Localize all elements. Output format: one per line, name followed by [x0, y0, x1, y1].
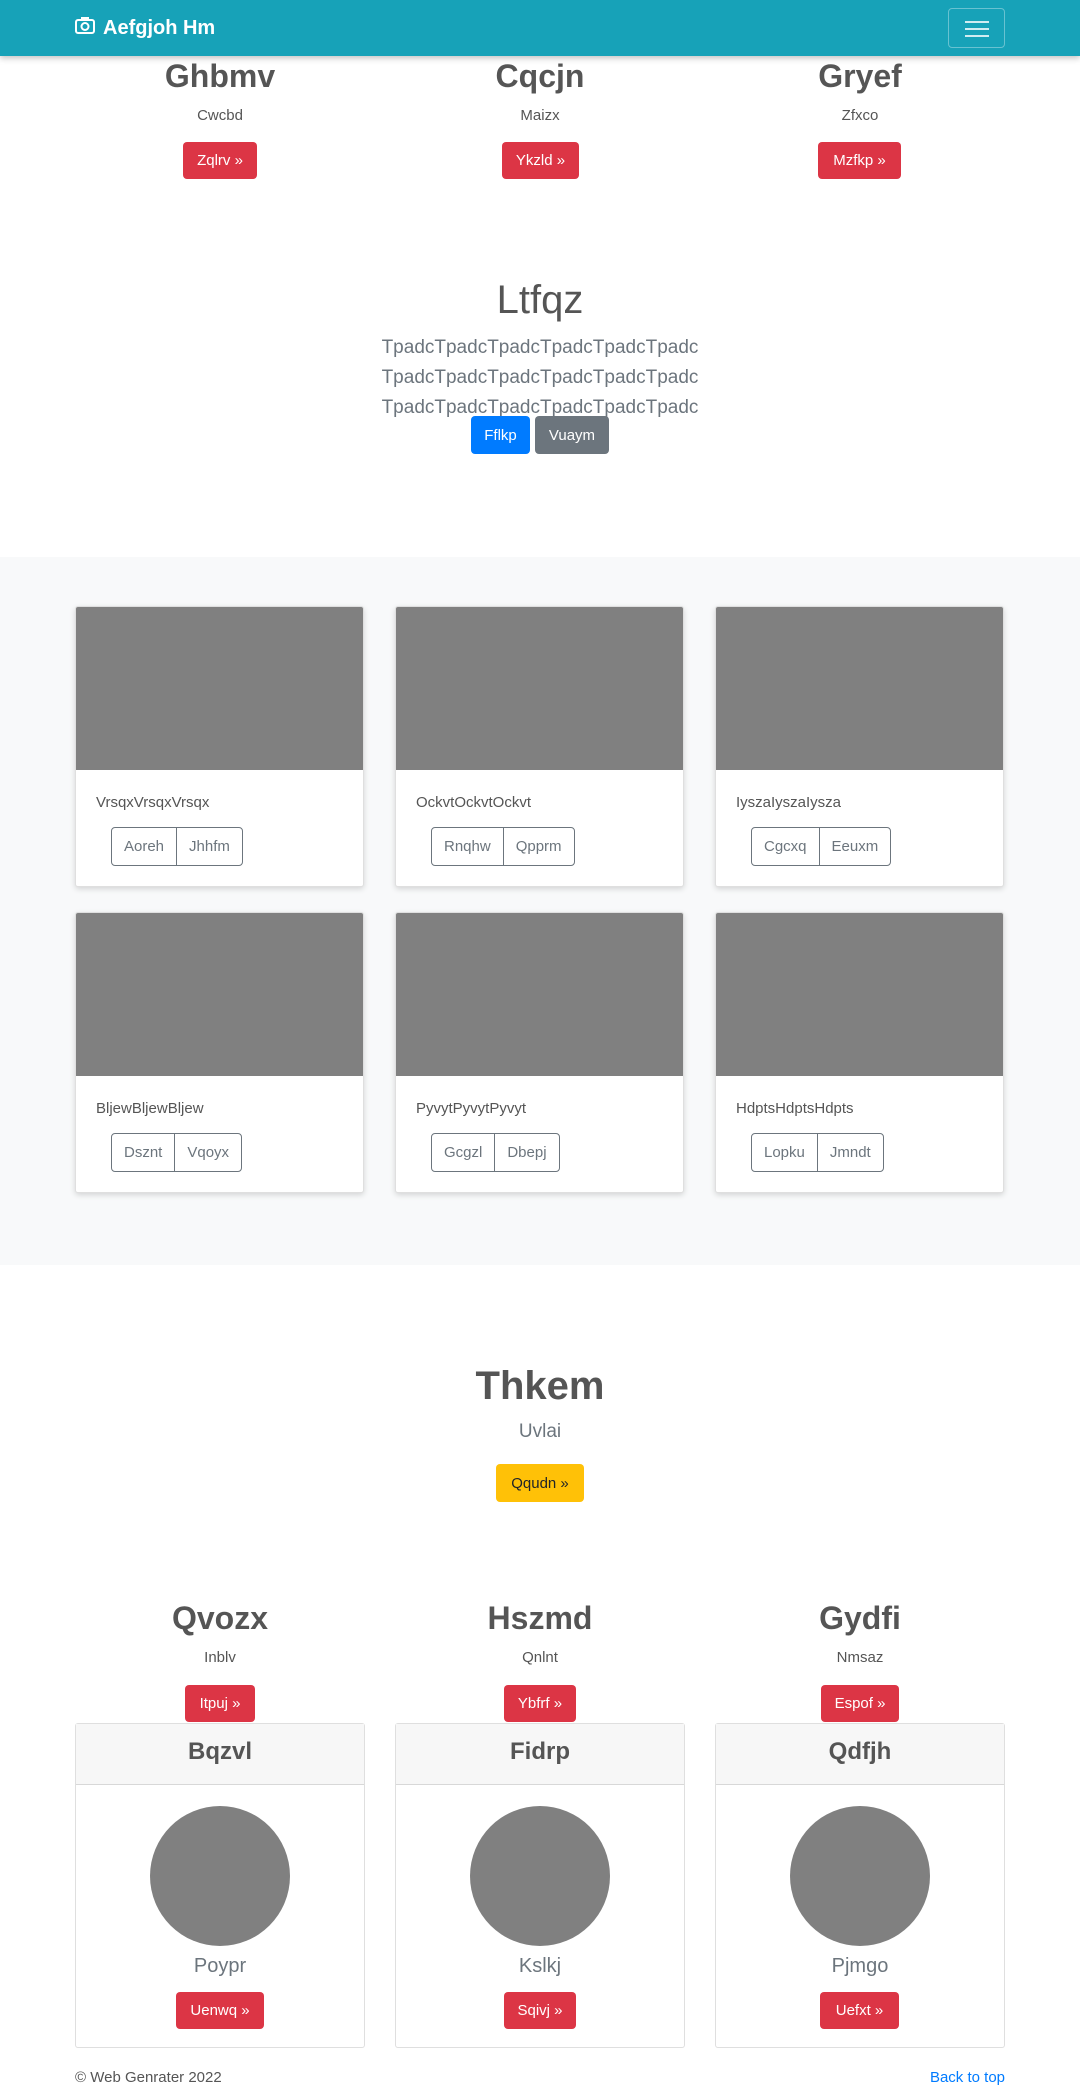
brand-label: Aefgjoh Hm: [103, 16, 216, 39]
heading-column: Qvozx Inblv: [70, 1602, 370, 1666]
heading-button[interactable]: Espof »: [821, 1685, 899, 1722]
card-button-group: Rnqhw Qpprm: [431, 827, 575, 866]
card-view-button[interactable]: Rnqhw: [432, 828, 503, 865]
card-button-group: Lopku Jmndt: [751, 1133, 884, 1172]
profile-button[interactable]: Uefxt »: [820, 1992, 899, 2029]
profile-avatar: [470, 1806, 610, 1946]
album-card: PyvytPyvytPyvyt Gcgzl Dbepj: [395, 912, 684, 1193]
card-view-button[interactable]: Dsznt: [112, 1134, 174, 1171]
heading-title: Hszmd: [487, 1600, 593, 1636]
heading-title: Gydfi: [819, 1600, 901, 1636]
heading-column: Hszmd Qnlnt: [390, 1602, 690, 1666]
heading-title: Cqcjn: [495, 58, 585, 94]
profile-button[interactable]: Uenwq »: [176, 1992, 264, 2029]
navbar-brand[interactable]: Aefgjoh Hm: [75, 14, 215, 42]
card-button-group: Aoreh Jhhfm: [111, 827, 243, 866]
card-button-group: Gcgzl Dbepj: [431, 1133, 560, 1172]
profile-avatar: [790, 1806, 930, 1946]
album-card: IyszaIyszaIysza Cgcxq Eeuxm: [715, 606, 1004, 887]
heading-title: Gryef: [818, 58, 902, 94]
heading-subtitle: Cwcbd: [197, 107, 243, 124]
card-text: IyszaIyszaIysza: [736, 794, 842, 811]
card-button-group: Cgcxq Eeuxm: [751, 827, 892, 866]
profile-card-header: Fidrp: [396, 1724, 684, 1785]
heading-column: Cqcjn Maizx: [390, 60, 690, 124]
profile-card-header: Bqzvl: [76, 1724, 364, 1785]
card-thumbnail: [716, 913, 1003, 1076]
card-text: PyvytPyvytPyvyt: [416, 1100, 527, 1117]
card-thumbnail: [716, 607, 1003, 770]
heading-button[interactable]: Mzfkp »: [818, 142, 901, 179]
card-text: BljewBljewBljew: [96, 1100, 204, 1117]
heading-title: Qvozx: [171, 1600, 269, 1636]
card-edit-button[interactable]: Qpprm: [502, 828, 574, 865]
album-card: HdptsHdptsHdpts Lopku Jmndt: [715, 912, 1004, 1193]
card-edit-button[interactable]: Jhhfm: [176, 828, 242, 865]
jumbotron-button[interactable]: Qqudn »: [496, 1464, 584, 1502]
card-button-group: Dsznt Vqoyx: [111, 1133, 243, 1172]
card-edit-button[interactable]: Jmndt: [816, 1134, 883, 1171]
hamburger-icon: [965, 21, 989, 23]
card-view-button[interactable]: Lopku: [752, 1134, 817, 1171]
jumbotron-title: Thkem: [475, 1364, 605, 1408]
jumbotron-subtitle: Uvlai: [518, 1421, 562, 1442]
heading-button[interactable]: Zqlrv »: [183, 142, 257, 179]
card-edit-button[interactable]: Eeuxm: [818, 828, 891, 865]
album-card: VrsqxVrsqxVrsqx Aoreh Jhhfm: [75, 606, 364, 887]
heading-subtitle: Inblv: [204, 1649, 236, 1666]
heading-subtitle: Qnlnt: [522, 1649, 558, 1666]
album-card: OckvtOckvtOckvt Rnqhw Qpprm: [395, 606, 684, 887]
card-view-button[interactable]: Gcgzl: [432, 1134, 494, 1171]
card-view-button[interactable]: Cgcxq: [752, 828, 819, 865]
album-card: BljewBljewBljew Dsznt Vqoyx: [75, 912, 364, 1193]
footer-copyright: © Web Genrater 2022: [75, 2069, 222, 2086]
card-text: VrsqxVrsqxVrsqx: [96, 794, 210, 811]
heading-subtitle: Zfxco: [841, 107, 879, 124]
hero-primary-button[interactable]: Fflkp: [471, 416, 530, 454]
card-view-button[interactable]: Aoreh: [112, 828, 176, 865]
card-text: OckvtOckvtOckvt: [416, 794, 532, 811]
heading-title: Ghbmv: [164, 58, 276, 94]
hero-secondary-button[interactable]: Vuaym: [535, 416, 609, 454]
card-text: HdptsHdptsHdpts: [736, 1100, 854, 1117]
profile-name: Poypr: [193, 1955, 247, 1977]
heading-button[interactable]: Ybfrf »: [504, 1685, 576, 1722]
back-to-top-link[interactable]: Back to top: [930, 2069, 1005, 2086]
navbar-toggler-button[interactable]: [948, 8, 1005, 48]
heading-button[interactable]: Itpuj »: [185, 1685, 255, 1722]
heading-subtitle: Maizx: [520, 107, 560, 124]
card-edit-button[interactable]: Vqoyx: [174, 1134, 241, 1171]
hero-lead: TpadcTpadcTpadcTpadcTpadcTpadc TpadcTpad…: [381, 337, 699, 418]
camera-icon: [75, 16, 103, 40]
card-edit-button[interactable]: Dbepj: [494, 1134, 558, 1171]
hero-title: Ltfqz: [496, 278, 584, 322]
heading-column: Ghbmv Cwcbd: [70, 60, 370, 124]
profile-button[interactable]: Sqivj »: [504, 1992, 576, 2029]
profile-card-header: Qdfjh: [716, 1724, 1004, 1785]
heading-column: Gryef Zfxco: [710, 60, 1010, 124]
profile-name: Pjmgo: [831, 1955, 889, 1977]
card-thumbnail: [396, 913, 683, 1076]
heading-subtitle: Nmsaz: [836, 1649, 884, 1666]
profile-avatar: [150, 1806, 290, 1946]
card-thumbnail: [76, 607, 363, 770]
card-thumbnail: [396, 607, 683, 770]
heading-column: Gydfi Nmsaz: [710, 1602, 1010, 1666]
heading-button[interactable]: Ykzld »: [502, 142, 579, 179]
profile-name: Kslkj: [518, 1955, 562, 1977]
card-thumbnail: [76, 913, 363, 1076]
navbar: Aefgjoh Hm: [0, 0, 1080, 56]
